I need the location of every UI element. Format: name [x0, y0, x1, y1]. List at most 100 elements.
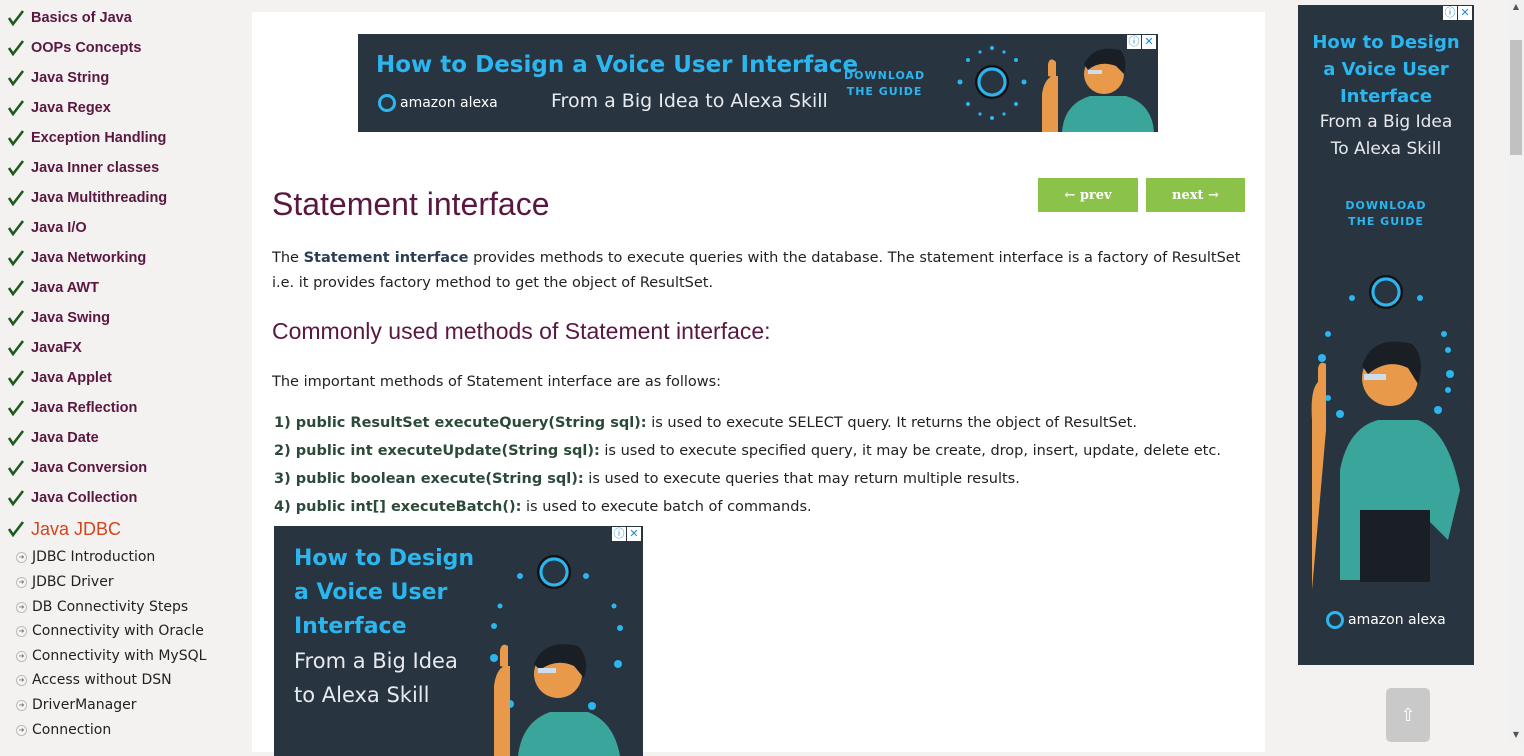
- sidebar-item-label: Java Reflection: [31, 400, 138, 416]
- ad-banner-title: How to Design a Voice User Interface: [376, 52, 859, 78]
- method-signature: 3) public boolean execute(String sql):: [274, 471, 584, 487]
- sidebar-subitem-jdbc-driver[interactable]: ➜ JDBC Driver: [16, 572, 114, 592]
- ad-inline-subtitle: From a Big Idea to Alexa Skill: [294, 644, 458, 712]
- method-signature: 4) public int[] executeBatch():: [274, 499, 522, 515]
- ad-close-icon[interactable]: ✕: [1142, 35, 1156, 49]
- ad-banner-cta[interactable]: DOWNLOAD THE GUIDE: [844, 68, 925, 100]
- sidebar-item-java-swing[interactable]: Java Swing: [6, 308, 110, 328]
- methods-intro: The important methods of Statement inter…: [272, 374, 722, 390]
- sidebar-item-label: Java String: [31, 70, 110, 86]
- ad-close-icon[interactable]: ✕: [1458, 6, 1472, 20]
- ad-inline-controls: ⓘ ✕: [612, 527, 641, 541]
- sidebar-subitem-label: Connection: [32, 722, 112, 738]
- sidebar-subitem-label: Connectivity with MySQL: [32, 648, 207, 664]
- sidebar-item-label: JavaFX: [31, 340, 82, 356]
- check-icon: [6, 188, 26, 208]
- sidebar-item-basics-of-java[interactable]: Basics of Java: [6, 8, 132, 28]
- sidebar-item-java-jdbc[interactable]: Java JDBC: [6, 519, 121, 539]
- sidebar-item-label: Java Collection: [31, 490, 138, 506]
- intro-paragraph: The Statement interface provides methods…: [272, 246, 1242, 296]
- intro-text-bold: Statement interface: [303, 250, 469, 266]
- scrollbar-thumb[interactable]: [1510, 40, 1522, 155]
- ad-info-icon[interactable]: ⓘ: [1127, 35, 1141, 49]
- ad-close-icon[interactable]: ✕: [627, 527, 641, 541]
- ad-sidebar-title-line: a Voice User: [1323, 59, 1449, 80]
- ad-info-icon[interactable]: ⓘ: [612, 527, 626, 541]
- ad-banner-cta-line1: DOWNLOAD: [844, 69, 926, 82]
- ad-banner[interactable]: How to Design a Voice User Interface ama…: [358, 34, 1158, 132]
- sidebar-subitem-db-connectivity-steps[interactable]: ➜ DB Connectivity Steps: [16, 597, 188, 617]
- sidebar-item-exception-handling[interactable]: Exception Handling: [6, 128, 166, 148]
- scroll-down-arrow-icon[interactable]: ▼: [1510, 730, 1522, 742]
- sidebar-subitem-jdbc-introduction[interactable]: ➜ JDBC Introduction: [16, 547, 155, 567]
- check-icon: [6, 98, 26, 118]
- sidebar-item-java-networking[interactable]: Java Networking: [6, 248, 146, 268]
- sidebar-subitem-label: JDBC Driver: [32, 574, 114, 590]
- sidebar-item-label: Java Conversion: [31, 460, 148, 476]
- prev-button[interactable]: ← prev: [1038, 178, 1138, 212]
- sidebar-item-java-multithreading[interactable]: Java Multithreading: [6, 188, 167, 208]
- sidebar-item-label: Java Swing: [31, 310, 110, 326]
- check-icon: [6, 308, 26, 328]
- method-description: is used to execute SELECT query. It retu…: [646, 415, 1137, 431]
- sidebar-item-label: Java Applet: [31, 370, 112, 386]
- sidebar-item-java-date[interactable]: Java Date: [6, 428, 99, 448]
- sidebar-subitem-label: Connectivity with Oracle: [32, 623, 204, 639]
- ad-sidebar-cta-line2: THE GUIDE: [1348, 215, 1424, 228]
- sidebar-item-java-string[interactable]: Java String: [6, 68, 109, 88]
- next-button[interactable]: next →: [1146, 178, 1245, 212]
- ad-sidebar-subtitle-line: From a Big Idea: [1319, 112, 1453, 132]
- method-signature: 1) public ResultSet executeQuery(String …: [274, 415, 647, 431]
- method-item: 1) public ResultSet executeQuery(String …: [274, 415, 1137, 431]
- ad-inline-title: How to Design a Voice User Interface: [294, 542, 474, 644]
- sidebar-subitem-label: DriverManager: [32, 697, 137, 713]
- sidebar-item-label: Java JDBC: [31, 518, 122, 539]
- ad-sidebar[interactable]: How to Design a Voice User Interface Fro…: [1298, 5, 1474, 665]
- ad-inline-title-line: How to Design: [294, 546, 475, 571]
- ad-inline-title-line: a Voice User: [294, 580, 448, 605]
- check-icon: [6, 68, 26, 88]
- ad-info-icon[interactable]: ⓘ: [1443, 6, 1457, 20]
- method-item: 2) public int executeUpdate(String sql):…: [274, 443, 1221, 459]
- ad-sidebar-brand: amazon alexa: [1326, 611, 1446, 629]
- method-signature: 2) public int executeUpdate(String sql):: [274, 443, 600, 459]
- sidebar-item-java-inner-classes[interactable]: Java Inner classes: [6, 158, 159, 178]
- ad-banner-brand: amazon alexa: [378, 94, 498, 112]
- check-icon: [6, 428, 26, 448]
- sidebar-subitem-drivermanager[interactable]: ➜ DriverManager: [16, 695, 136, 715]
- sidebar-item-java-regex[interactable]: Java Regex: [6, 98, 111, 118]
- sidebar-subitem-label: DB Connectivity Steps: [32, 599, 189, 615]
- alexa-ring-icon: [378, 94, 396, 112]
- method-item: 3) public boolean execute(String sql): i…: [274, 471, 1020, 487]
- sidebar-item-java-collection[interactable]: Java Collection: [6, 488, 137, 508]
- sidebar-item-java-awt[interactable]: Java AWT: [6, 278, 99, 298]
- check-icon: [6, 8, 26, 28]
- sidebar-subitem-connectivity-oracle[interactable]: ➜ Connectivity with Oracle: [16, 621, 204, 641]
- circle-arrow-icon: ➜: [16, 601, 27, 613]
- sidebar-item-java-reflection[interactable]: Java Reflection: [6, 398, 137, 418]
- check-icon: [6, 38, 26, 58]
- scroll-up-arrow-icon[interactable]: ▲: [1510, 2, 1522, 14]
- sidebar-item-java-conversion[interactable]: Java Conversion: [6, 458, 147, 478]
- ad-inline-title-line: Interface: [294, 614, 407, 639]
- sidebar-subitem-label: Access without DSN: [32, 672, 172, 688]
- ad-sidebar-cta[interactable]: DOWNLOAD THE GUIDE: [1298, 198, 1474, 230]
- ad-person-illustration: [490, 555, 623, 756]
- sidebar-item-java-io[interactable]: Java I/O: [6, 218, 87, 238]
- sidebar-item-javafx[interactable]: JavaFX: [6, 338, 82, 358]
- ad-inline[interactable]: How to Design a Voice User Interface Fro…: [274, 526, 643, 756]
- ad-sidebar-title: How to Design a Voice User Interface: [1298, 29, 1474, 110]
- sidebar-item-oops-concepts[interactable]: OOPs Concepts: [6, 38, 141, 58]
- ad-sidebar-controls: ⓘ ✕: [1443, 6, 1472, 20]
- ad-banner-subtitle: From a Big Idea to Alexa Skill: [551, 90, 828, 112]
- check-icon: [6, 488, 26, 508]
- circle-arrow-icon: ➜: [16, 576, 27, 588]
- scroll-to-top-button[interactable]: ⇧: [1386, 688, 1430, 742]
- sidebar-subitem-access-without-dsn[interactable]: ➜ Access without DSN: [16, 670, 172, 690]
- circle-arrow-icon: ➜: [16, 625, 27, 637]
- sidebar: Basics of Java OOPs Concepts Java String…: [0, 0, 250, 744]
- sidebar-item-java-applet[interactable]: Java Applet: [6, 368, 112, 388]
- sidebar-subitem-connectivity-mysql[interactable]: ➜ Connectivity with MySQL: [16, 646, 206, 666]
- sidebar-item-label: Java Date: [31, 430, 99, 446]
- sidebar-subitem-connection[interactable]: ➜ Connection: [16, 720, 111, 740]
